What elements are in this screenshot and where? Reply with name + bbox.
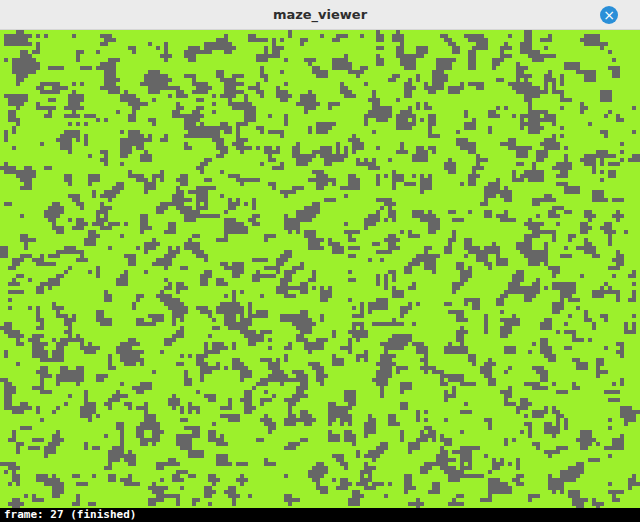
app-window: maze_viewer × frame: 27 (finished) [0,0,640,522]
window-title: maze_viewer [273,7,367,22]
status-text: frame: 27 (finished) [4,508,136,521]
maze-canvas [0,30,640,508]
status-bar: frame: 27 (finished) [0,508,640,522]
title-bar: maze_viewer × [0,0,640,30]
close-button[interactable]: × [600,6,618,24]
close-icon: × [603,6,615,24]
